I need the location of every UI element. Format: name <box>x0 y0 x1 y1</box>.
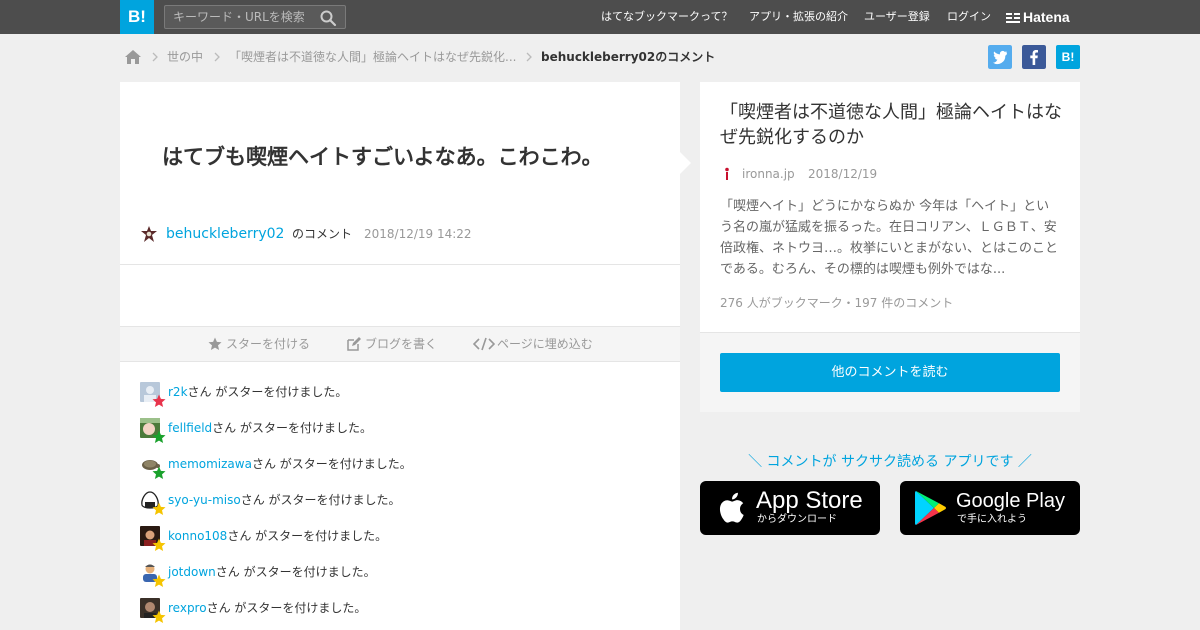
entry-title-link[interactable]: 「喫煙者は不道徳な人間」極論ヘイトはなぜ先鋭化するのか <box>720 100 1062 150</box>
top-bar: B! はてなブックマークって？ アプリ・拡張の紹介 ユーザー登録 ログイン Ha… <box>0 0 1200 34</box>
breadcrumb-category[interactable]: 世の中 <box>167 44 203 70</box>
star-user-link[interactable]: fellfield <box>168 421 212 435</box>
star-icon <box>152 430 166 443</box>
star-row: rexproさん がスターを付けました。 <box>140 598 660 630</box>
entry-counts: 276 人がブックマーク・197 件のコメント <box>720 296 954 310</box>
app-promo-text: ＼ コメントが サクサク読める アプリです ／ <box>748 454 1032 470</box>
star-suffix: さん がスターを付けました。 <box>251 457 412 471</box>
breadcrumb-current: behuckleberry02のコメント <box>541 50 716 64</box>
chevron-right-icon <box>214 52 220 62</box>
star-row: syo-yu-misoさん がスターを付けました。 <box>140 490 660 526</box>
star-text: syo-yu-misoさん がスターを付けました。 <box>168 490 401 510</box>
star-suffix: さん がスターを付けました。 <box>212 421 372 435</box>
entry-card: 「喫煙者は不道徳な人間」極論ヘイトはなぜ先鋭化するのか ironna.jp 20… <box>700 82 1080 412</box>
search-icon[interactable] <box>319 9 337 27</box>
star-row: jotdownさん がスターを付けました。 <box>140 562 660 598</box>
add-star-label: スターを付ける <box>226 337 311 351</box>
star-icon <box>152 538 166 551</box>
star-suffix: さん がスターを付けました。 <box>227 529 388 543</box>
callout-arrow <box>680 152 691 174</box>
comment-text: はてブも喫煙ヘイトすごいよなあ。こわこわ。 <box>162 145 603 169</box>
embed-label: ページに埋め込む <box>497 337 593 351</box>
google-play-button[interactable]: Google Play で手に入れよう <box>900 481 1080 535</box>
hatena-bookmark-share-button[interactable]: B! <box>1056 45 1080 69</box>
star-row: memomizawaさん がスターを付けました。 <box>140 454 660 490</box>
star-user-link[interactable]: rexpro <box>168 601 207 615</box>
embed-button[interactable]: ページに埋め込む <box>473 327 603 361</box>
star-icon <box>152 502 166 515</box>
nav-register[interactable]: ユーザー登録 <box>864 0 930 34</box>
star-row: konno108さん がスターを付けました。 <box>140 526 660 562</box>
search-box <box>164 5 346 29</box>
star-suffix: さん がスターを付けました。 <box>206 601 367 615</box>
breadcrumb-entry[interactable]: 「喫煙者は不道徳な人間」極論ヘイトはなぜ先鋭化... <box>229 44 516 70</box>
star-icon <box>208 337 222 350</box>
app-store-sub: からダウンロード <box>757 514 837 525</box>
star-text: rexproさん がスターを付けました。 <box>168 598 366 618</box>
app-store-button[interactable]: App Store からダウンロード <box>700 481 880 535</box>
nav-about[interactable]: はてなブックマークって？ <box>601 0 732 34</box>
write-blog-label: ブログを書く <box>365 337 438 351</box>
nav-apps[interactable]: アプリ・拡張の紹介 <box>749 0 848 34</box>
star-suffix: さん がスターを付けました。 <box>240 493 401 507</box>
code-icon <box>473 337 495 351</box>
comment-timestamp: 2018/12/19 14:22 <box>364 227 472 241</box>
star-user-link[interactable]: konno108 <box>168 529 227 543</box>
facebook-share-icon[interactable] <box>1022 45 1046 69</box>
entry-card-footer: 他のコメントを読む <box>700 333 1080 412</box>
comment-author-link[interactable]: behuckleberry02 <box>166 223 284 245</box>
google-play-icon <box>915 491 946 525</box>
nav-login[interactable]: ログイン <box>947 0 991 34</box>
star-text: jotdownさん がスターを付けました。 <box>168 562 376 582</box>
chevron-right-icon <box>152 52 158 62</box>
write-blog-button[interactable]: ブログを書く <box>347 327 447 361</box>
chevron-right-icon <box>526 52 532 62</box>
star-list: r2kさん がスターを付けました。 fellfieldさん がスターを付けました… <box>140 382 660 630</box>
google-play-name: Google Play <box>956 490 1065 512</box>
star-row: r2kさん がスターを付けました。 <box>140 382 660 418</box>
star-user-link[interactable]: jotdown <box>168 565 216 579</box>
home-icon[interactable] <box>124 48 142 66</box>
hatena-bookmark-logo[interactable]: B! <box>120 0 154 34</box>
star-user-link[interactable]: r2k <box>168 385 188 399</box>
star-text: fellfieldさん がスターを付けました。 <box>168 418 372 438</box>
star-suffix: さん がスターを付けました。 <box>187 385 348 399</box>
twitter-share-icon[interactable] <box>988 45 1012 69</box>
user-avatar[interactable] <box>140 225 158 243</box>
edit-icon <box>347 337 361 351</box>
star-text: konno108さん がスターを付けました。 <box>168 526 387 546</box>
star-icon <box>152 610 166 623</box>
star-row: fellfieldさん がスターを付けました。 <box>140 418 660 454</box>
star-text: memomizawaさん がスターを付けました。 <box>168 454 412 474</box>
hatena-mark-icon <box>1006 13 1020 23</box>
add-star-button[interactable]: スターを付ける <box>208 327 318 361</box>
app-store-name: App Store <box>756 487 863 514</box>
entry-date: 2018/12/19 <box>808 167 878 181</box>
comment-card: はてブも喫煙ヘイトすごいよなあ。こわこわ。 behuckleberry02 のコ… <box>120 82 691 630</box>
google-play-sub: で手に入れよう <box>957 514 1027 525</box>
action-bar: スターを付ける ブログを書く ページに埋め込む <box>120 326 680 362</box>
entry-description: 「喫煙ヘイト」どうにかならぬか 今年は「ヘイト」という名の嵐が猛威を振るった。在… <box>720 199 1059 277</box>
hatena-brand-label: Hatena <box>1023 9 1070 25</box>
read-other-comments-button[interactable]: 他のコメントを読む <box>720 353 1060 392</box>
apple-icon <box>719 492 744 523</box>
entry-domain-link[interactable]: ironna.jp <box>742 164 795 184</box>
site-favicon-icon <box>720 167 734 181</box>
star-icon <box>152 574 166 587</box>
hatena-brand-link[interactable]: Hatena <box>1006 0 1070 34</box>
star-user-link[interactable]: memomizawa <box>168 457 252 471</box>
comment-author-suffix: のコメント <box>292 227 353 241</box>
star-suffix: さん がスターを付けました。 <box>215 565 376 579</box>
divider <box>120 264 680 265</box>
star-icon <box>152 394 166 407</box>
star-user-link[interactable]: syo-yu-miso <box>168 493 241 507</box>
star-text: r2kさん がスターを付けました。 <box>168 382 347 402</box>
search-input[interactable] <box>165 6 315 28</box>
star-icon <box>152 466 166 479</box>
